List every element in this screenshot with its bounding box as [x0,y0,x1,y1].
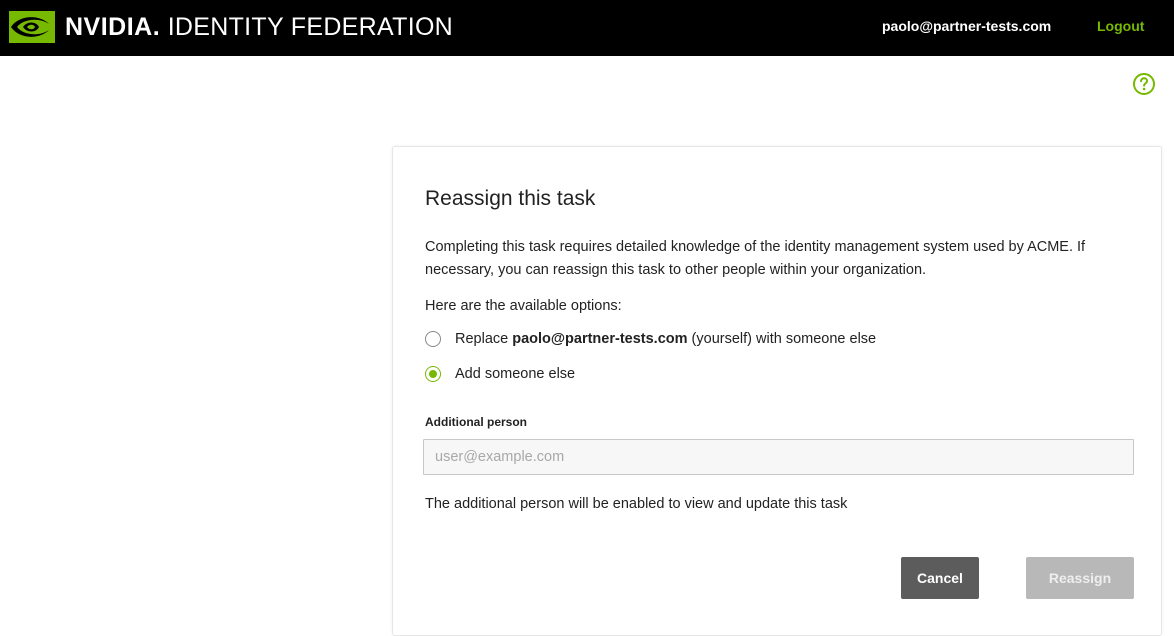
cancel-button[interactable]: Cancel [901,557,979,599]
additional-person-input[interactable] [423,439,1134,475]
option-add-someone[interactable]: Add someone else [425,366,575,382]
reassign-button[interactable]: Reassign [1026,557,1134,599]
option-replace-self[interactable]: Replace paolo@partner-tests.com (yoursel… [425,331,876,347]
additional-person-help: The additional person will be enabled to… [425,496,848,512]
option-replace-email: paolo@partner-tests.com [512,331,688,347]
option-replace-self-label: Replace paolo@partner-tests.com (yoursel… [455,331,876,347]
dialog-description: Completing this task requires detailed k… [425,239,1086,278]
dialog-title: Reassign this task [425,187,596,210]
option-add-someone-label: Add someone else [455,366,576,382]
radio-replace-self[interactable] [425,331,441,347]
brand[interactable]: NVIDIA . IDENTITY FEDERATION [9,9,453,45]
additional-person-label: Additional person [425,415,527,429]
options-label: Here are the available options: [425,298,622,314]
brand-dot: . [152,12,160,41]
top-navigation-bar: NVIDIA . IDENTITY FEDERATION paolo@partn… [0,0,1174,56]
brand-name: NVIDIA [65,12,153,41]
question-circle-icon[interactable] [1132,72,1156,96]
radio-add-someone[interactable] [425,366,441,382]
nvidia-eye-logo-icon [9,11,55,43]
reassign-task-dialog: Reassign this task Completing this task … [392,146,1162,636]
product-name: IDENTITY FEDERATION [167,12,454,41]
user-email: paolo@partner-tests.com [882,18,1052,34]
logout-link[interactable]: Logout [1097,18,1144,34]
option-replace-suffix: (yourself) with someone else [687,331,877,347]
option-replace-prefix: Replace [455,331,513,347]
